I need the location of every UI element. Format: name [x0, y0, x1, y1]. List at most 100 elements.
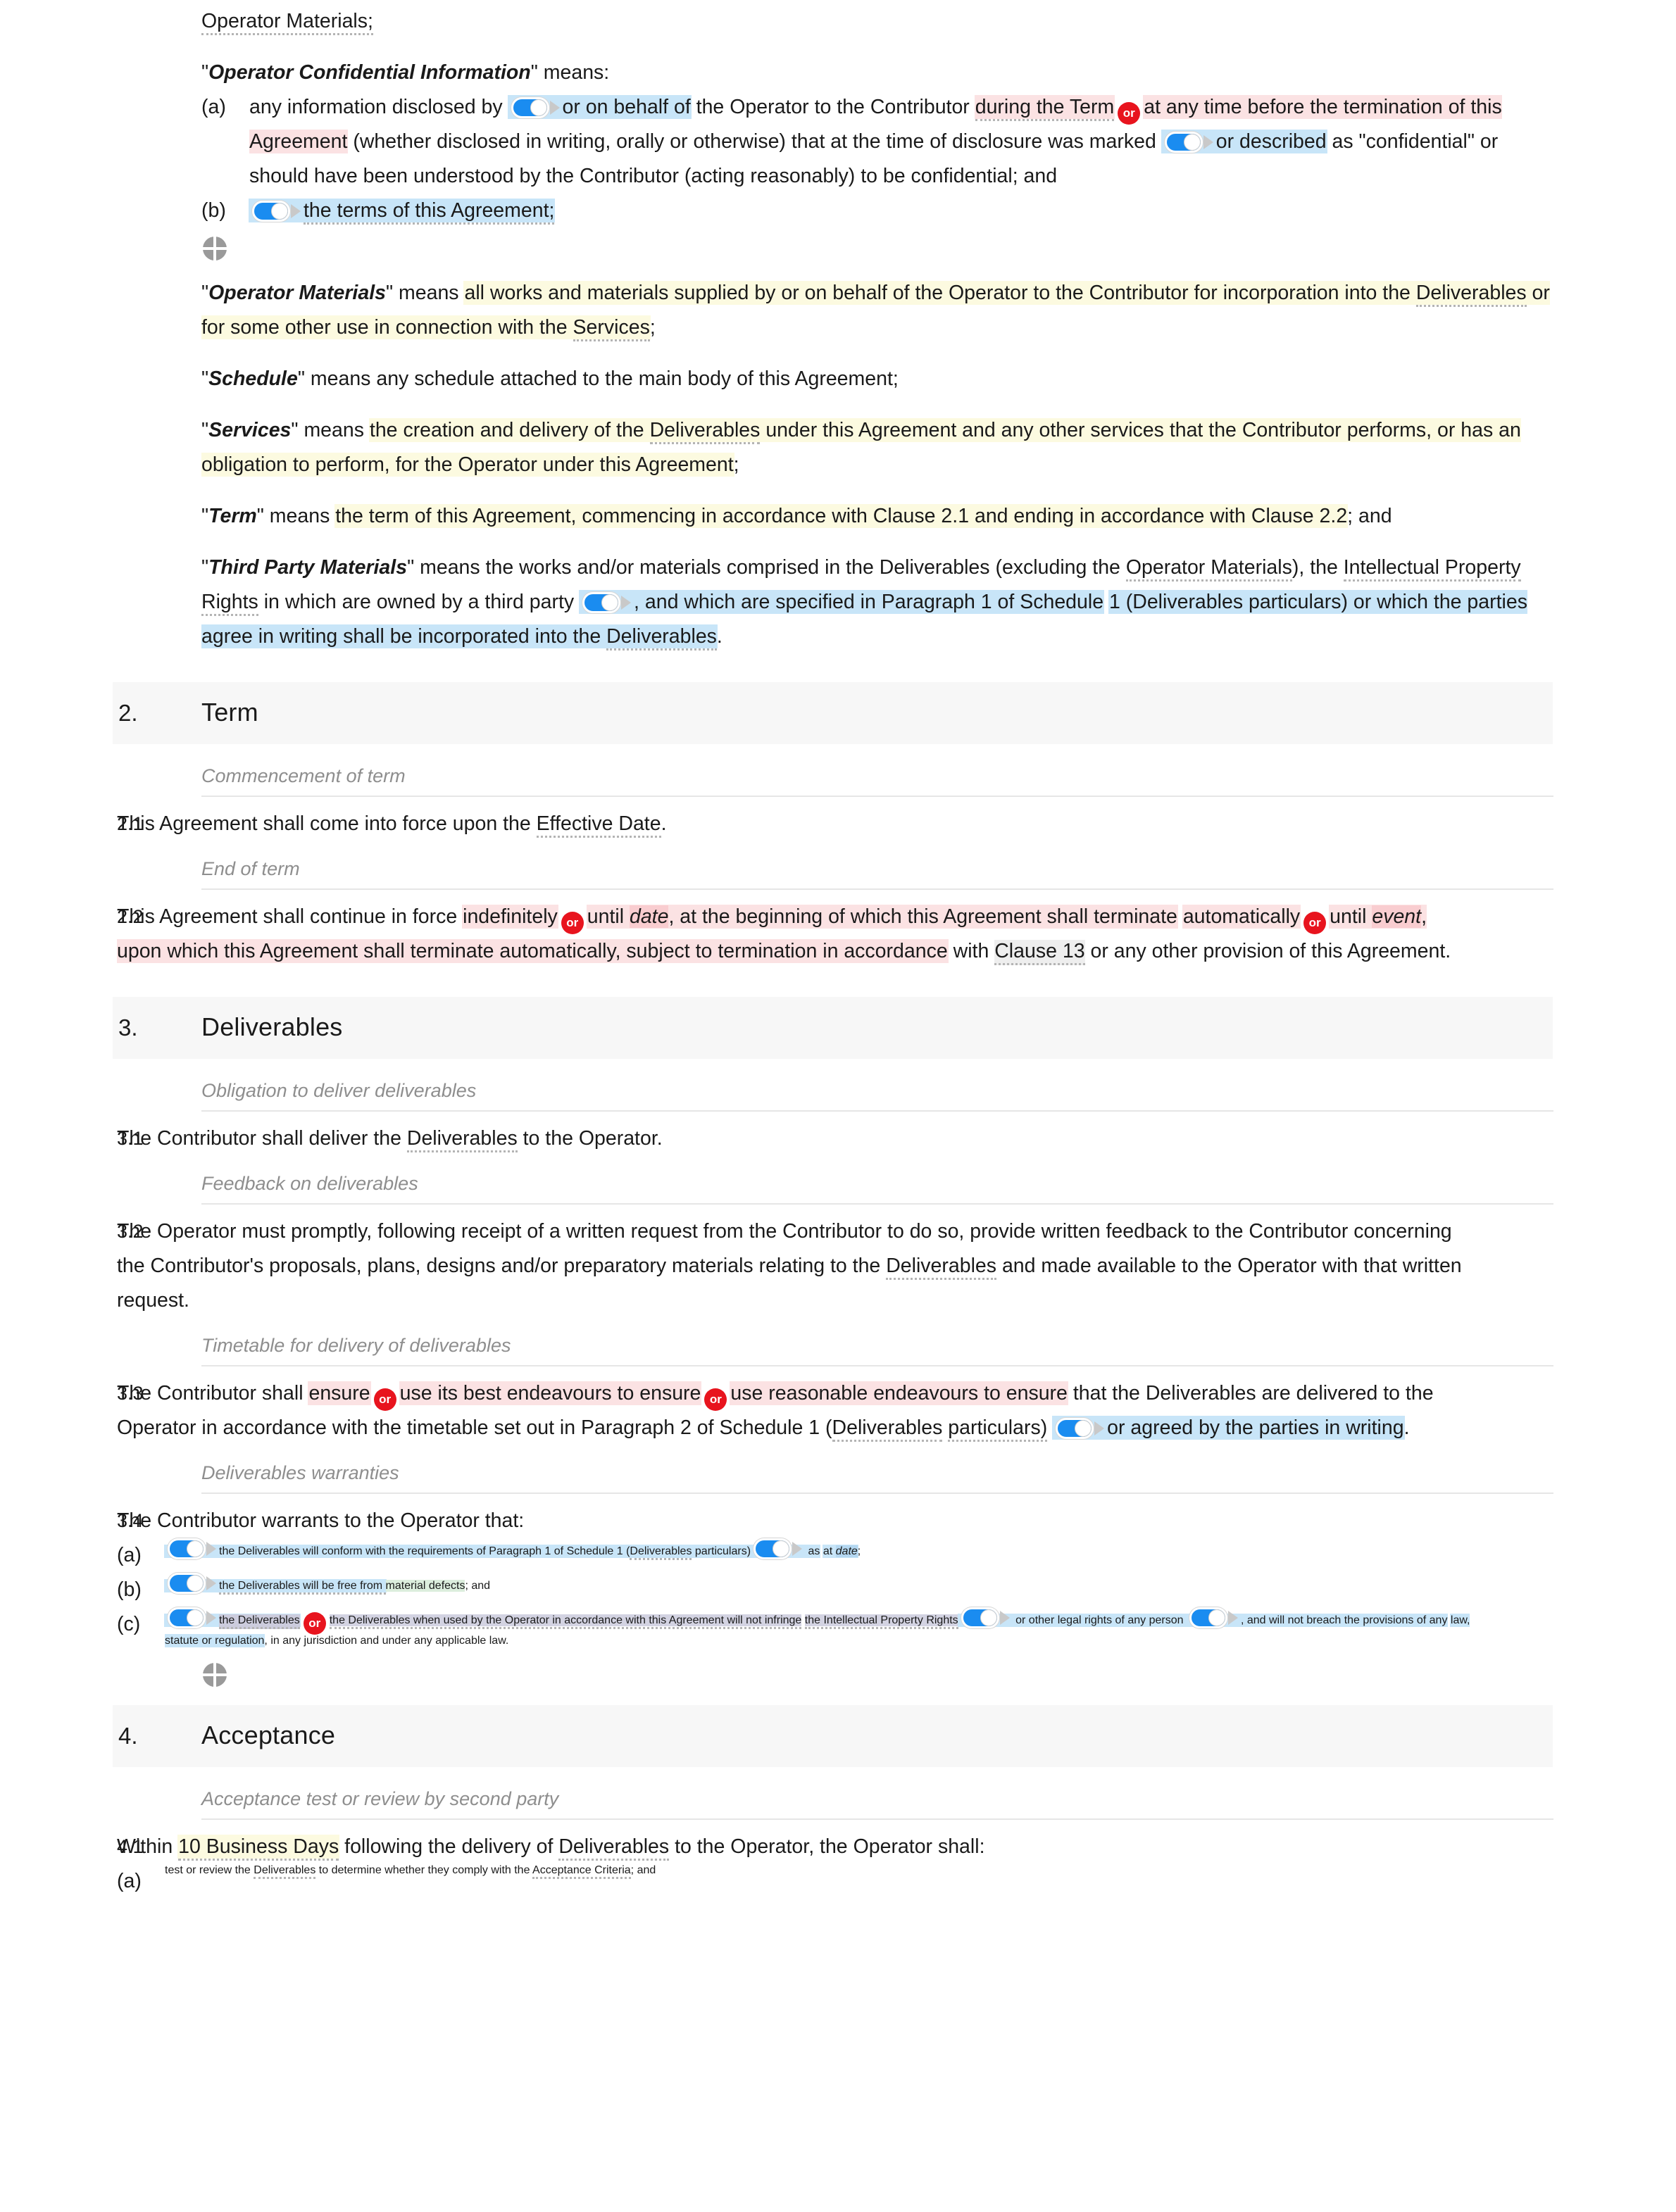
highlight-blue-group: , and which are specified in Paragraph 1…: [580, 591, 1104, 613]
quote-open: ": [201, 505, 209, 527]
crosshair-icon[interactable]: [203, 1662, 227, 1687]
subheading-deliverables-warranties: Deliverables warranties: [201, 1462, 1553, 1494]
or-badge[interactable]: or: [1118, 101, 1141, 125]
toggle-pill: [1164, 132, 1203, 153]
text-run: or other legal rights of any person: [1015, 1614, 1184, 1626]
text-run: the: [1310, 556, 1344, 579]
text-run: automatically: [1182, 905, 1301, 928]
text-run: .: [1403, 1416, 1410, 1439]
clause-text: The Contributor shall ensure or use its be…: [117, 1376, 1472, 1445]
or-badge[interactable]: or: [303, 1611, 326, 1635]
section-heading-4: 4. Acceptance: [113, 1704, 1553, 1767]
defined-term-ref: Acceptance Criteria: [532, 1864, 631, 1879]
highlight-blue-group: at date: [823, 1545, 858, 1557]
section-number: 4.: [118, 1722, 138, 1749]
text-run: with: [953, 940, 995, 962]
defined-term-ref: the Intellectual Property Rights: [804, 1614, 958, 1629]
placeholder-event[interactable]: event: [1372, 905, 1422, 928]
highlight-pink-group: indefinitely: [463, 905, 558, 928]
or-badge[interactable]: or: [704, 1388, 727, 1411]
text-run: the Deliverables will be free from: [219, 1580, 386, 1595]
list-item-a: (a) the Deliverables will conform with t…: [117, 1538, 1472, 1573]
chevron-right-icon: [1094, 1421, 1105, 1435]
definition-third-party-materials: "Third Party Materials" means the works …: [201, 551, 1557, 654]
toggle-pill: [1189, 1607, 1227, 1628]
text-run: The Operator must promptly, following re…: [117, 1220, 1210, 1243]
clause-3-2: 3.2 The Operator must promptly, followin…: [0, 1214, 1676, 1318]
definition-services: "Services" means the creation and delive…: [201, 413, 1557, 482]
clause-number: 3.3: [117, 1383, 144, 1404]
or-badge[interactable]: or: [561, 911, 584, 934]
text-run: The Contributor shall: [117, 1382, 309, 1405]
highlight-pink-group: use reasonable endeavours to ensure: [730, 1382, 1068, 1405]
toggle-switch[interactable]: [753, 1538, 803, 1559]
clause-body: The Contributor warrants to the Operator…: [117, 1504, 1472, 1647]
text-run: Within: [117, 1835, 179, 1858]
toggle-switch[interactable]: [1189, 1607, 1238, 1628]
text-run: the terms of this Agreement;: [304, 199, 555, 225]
list-marker: (c): [117, 1613, 141, 1635]
defined-term-ref: Deliverables: [406, 1127, 518, 1152]
text-run: material defects: [385, 1580, 465, 1592]
section-number: 2.: [118, 700, 138, 726]
defined-term-label: Operator Confidential Information: [208, 61, 531, 84]
toggle-switch[interactable]: [582, 592, 632, 613]
defined-term-ref: Effective Date: [536, 812, 661, 838]
clause-2-2: 2.2 This Agreement shall continue in for…: [0, 900, 1676, 969]
text-run: in which are owned by a third party: [258, 591, 580, 613]
text-run: the Deliverables will conform with the r…: [219, 1545, 630, 1557]
toggle-switch[interactable]: [1164, 132, 1213, 153]
text-run: particulars): [692, 1545, 751, 1557]
defined-term-ref: Operator Materials: [1125, 556, 1292, 582]
toggle-switch[interactable]: [168, 1538, 216, 1559]
defined-term-label: Schedule: [208, 367, 298, 390]
placeholder-date[interactable]: date: [629, 905, 669, 928]
subheading-feedback-on-deliverables: Feedback on deliverables: [201, 1173, 1553, 1205]
chevron-right-icon: [1203, 135, 1213, 149]
text-run: any information disclosed by: [249, 96, 508, 118]
toggle-switch[interactable]: [961, 1607, 1010, 1628]
clause-number: 3.1: [117, 1128, 144, 1149]
section-heading-3: 3. Deliverables: [113, 997, 1553, 1059]
definition-operator-confidential-information: "Operator Confidential Information" mean…: [201, 56, 1557, 90]
defined-term-ref: Deliverables: [606, 625, 717, 651]
or-badge[interactable]: or: [1303, 911, 1327, 934]
defined-term-ref: Clause 13: [994, 940, 1085, 965]
chevron-right-icon: [549, 101, 560, 115]
highlight-blue-group: the Deliverables will conform with the r…: [165, 1538, 820, 1560]
text-run: or on behalf of: [562, 96, 691, 118]
defined-term-ref: Deliverables: [886, 1255, 997, 1280]
paragraph-operator-materials-trailing: Operator Materials;: [201, 4, 1557, 39]
section-title: Term: [201, 698, 258, 727]
placeholder-date[interactable]: date: [835, 1545, 858, 1557]
text-run: or described: [1215, 130, 1327, 153]
defined-term-label: Operator Materials: [208, 282, 386, 304]
text-run: test or review the: [165, 1864, 254, 1876]
highlight-yellow-group: the term of this Agreement, commencing i…: [335, 505, 1348, 527]
list-marker: (a): [201, 96, 226, 118]
clause-3-4: 3.4 The Contributor warrants to the Oper…: [0, 1504, 1676, 1647]
defined-term-ref: Services: [573, 316, 650, 341]
highlight-blue-group: or agreed by the parties in writing: [1053, 1416, 1404, 1439]
crosshair-icon[interactable]: [203, 237, 227, 260]
text-run: ; and: [465, 1580, 491, 1592]
section-title: Acceptance: [201, 1720, 336, 1749]
toggle-switch[interactable]: [168, 1607, 216, 1628]
clause-text: This Agreement shall continue in force i…: [117, 900, 1472, 969]
text-run: particulars): [948, 1416, 1048, 1442]
toggle-switch[interactable]: [1056, 1418, 1105, 1439]
text-run: that the: [1067, 1382, 1140, 1405]
text-run: .: [661, 812, 667, 835]
or-badge[interactable]: or: [373, 1388, 396, 1411]
list-item-text: the Deliverables will be free from mater…: [165, 1573, 491, 1595]
toggle-switch[interactable]: [252, 201, 301, 222]
highlight-pink-group: use its best endeavours to ensure: [399, 1382, 701, 1405]
text-run: , at the beginning of which this Agreeme…: [668, 905, 1177, 928]
toggle-switch[interactable]: [511, 97, 560, 118]
highlight-blue-group: the Deliverables: [165, 1607, 300, 1629]
quote-open: ": [201, 556, 209, 579]
toggle-switch[interactable]: [168, 1573, 216, 1594]
section-number: 3.: [118, 1014, 138, 1041]
text-run: ;: [649, 316, 656, 339]
clause-3-3: 3.3 The Contributor shall ensure or use it…: [0, 1376, 1676, 1445]
